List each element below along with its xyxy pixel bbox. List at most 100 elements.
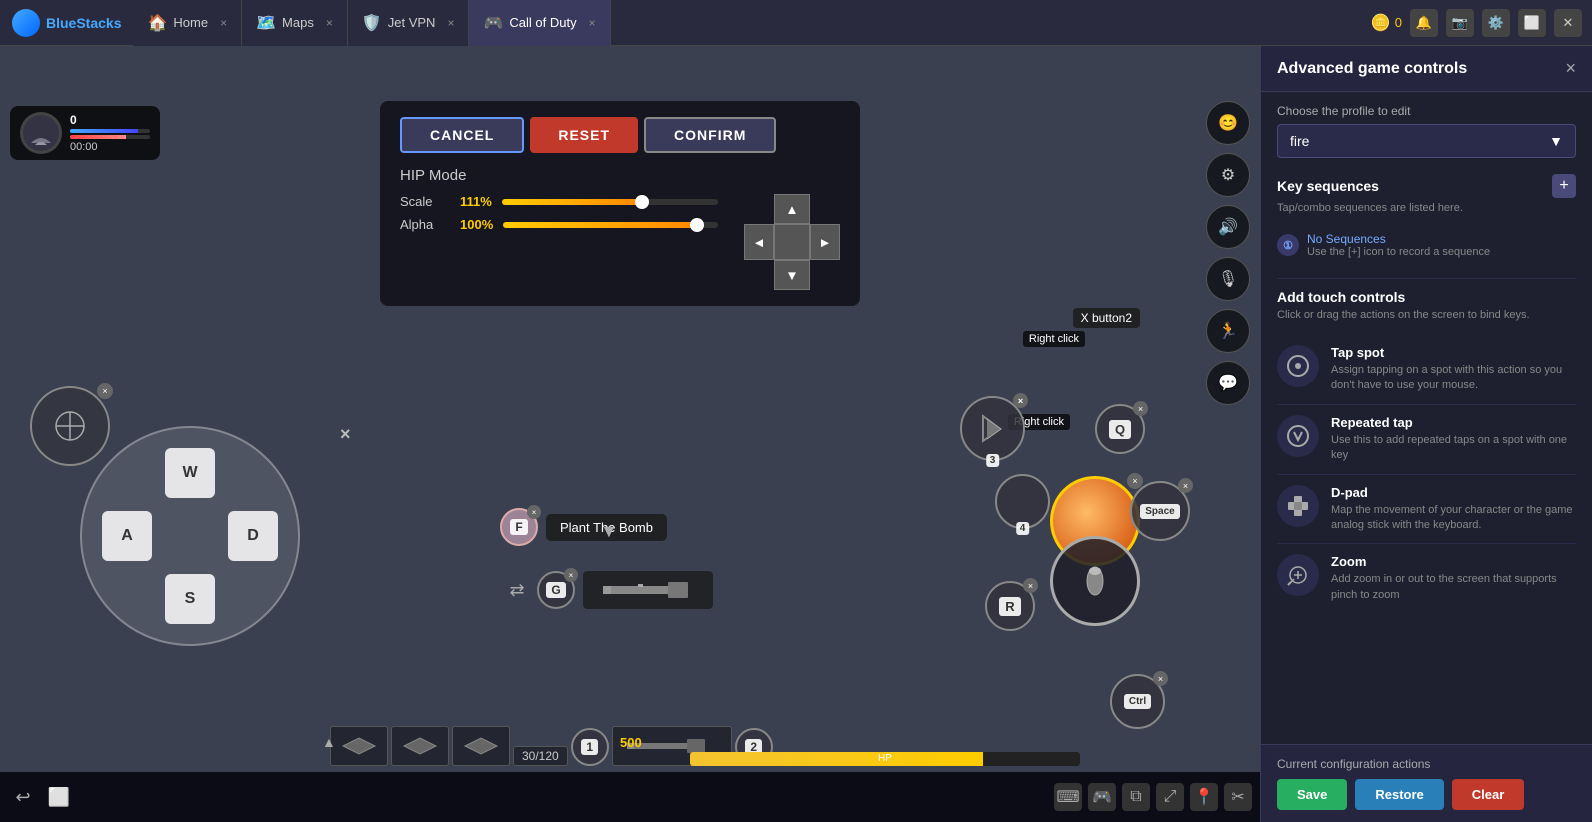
dpad-down[interactable]: ▼ <box>774 260 810 290</box>
tab-jetvpn-close[interactable]: × <box>447 16 454 30</box>
panel-close-btn[interactable]: × <box>1565 58 1576 79</box>
game-viewport[interactable]: 😊 ⚙ 🔊 🎙 🏃 💬 CANCEL RESET CONFIRM HIP Mod… <box>0 46 1260 822</box>
tap-spot-info: Tap spot Assign tapping on a spot with t… <box>1331 345 1576 394</box>
key-d[interactable]: D <box>228 511 278 561</box>
btn-q-close[interactable]: × <box>1133 401 1148 416</box>
copy-btn[interactable]: ⧉ <box>1122 783 1150 811</box>
settings-game-btn[interactable]: ⚙ <box>1206 153 1250 197</box>
alpha-slider[interactable] <box>503 222 718 228</box>
btn-3-close[interactable]: × <box>1013 393 1028 408</box>
notification-btn[interactable]: 🔔 <box>1410 9 1438 37</box>
gamepad-btn[interactable]: 🎮 <box>1088 783 1116 811</box>
close-window-btn[interactable]: ✕ <box>1554 9 1582 37</box>
tab-home-close[interactable]: × <box>220 16 227 30</box>
slot-1[interactable]: 1 <box>571 728 609 766</box>
home-nav-btn[interactable]: ⬜ <box>44 782 74 812</box>
btn-f-close[interactable]: × <box>527 505 541 519</box>
alpha-slider-thumb[interactable] <box>690 218 704 232</box>
camera-btn[interactable]: 📷 <box>1446 9 1474 37</box>
clear-button[interactable]: Clear <box>1452 779 1525 810</box>
dpad-desc: Map the movement of your character or th… <box>1331 503 1576 534</box>
key-s[interactable]: S <box>165 574 215 624</box>
triangle-marker: ▲ <box>322 734 336 750</box>
volume-btn[interactable]: 🔊 <box>1206 205 1250 249</box>
no-seq-info: No Sequences Use the [+] icon to record … <box>1307 232 1490 258</box>
run-btn[interactable]: 🏃 <box>1206 309 1250 353</box>
settings-btn[interactable]: ⚙️ <box>1482 9 1510 37</box>
scale-slider[interactable] <box>502 199 718 205</box>
repeated-tap-title: Repeated tap <box>1331 415 1576 430</box>
expand-btn[interactable]: ⤢ <box>1156 783 1184 811</box>
maximize-btn[interactable]: ⬜ <box>1518 9 1546 37</box>
crosshair-close[interactable]: × <box>97 383 113 399</box>
divider-1 <box>1277 278 1576 279</box>
btn-space-close[interactable]: × <box>1178 478 1193 493</box>
tab-home[interactable]: 🏠 Home × <box>133 0 242 46</box>
btn-3[interactable]: × 3 <box>960 396 1025 461</box>
repeated-tap-info: Repeated tap Use this to add repeated ta… <box>1331 415 1576 464</box>
btn-r-close[interactable]: × <box>1023 578 1038 593</box>
bluestacks-icon <box>12 9 40 37</box>
ammo-button[interactable] <box>1050 536 1140 626</box>
mode-label: HIP Mode <box>400 167 840 184</box>
dpad-left[interactable]: ◄ <box>744 224 774 260</box>
control-panel: CANCEL RESET CONFIRM HIP Mode Scale 111% <box>380 101 860 306</box>
dpad-right[interactable]: ► <box>810 224 840 260</box>
mic-btn[interactable]: 🎙 <box>1206 257 1250 301</box>
confirm-button[interactable]: CONFIRM <box>644 117 776 153</box>
btn-r-label: R <box>999 597 1020 616</box>
btn-4-label: 4 <box>1016 522 1030 535</box>
key-a[interactable]: A <box>102 511 152 561</box>
zoom-desc: Add zoom in or out to the screen that su… <box>1331 572 1576 603</box>
save-button[interactable]: Save <box>1277 779 1347 810</box>
alpha-label: Alpha <box>400 217 450 232</box>
emoji-btn[interactable]: 😊 <box>1206 101 1250 145</box>
back-nav-btn[interactable]: ↩ <box>8 782 38 812</box>
map-btn[interactable]: 📍 <box>1190 783 1218 811</box>
tab-callofduty[interactable]: 🎮 Call of Duty × <box>469 0 610 46</box>
chat-btn[interactable]: 💬 <box>1206 361 1250 405</box>
swap-icon: ⇄ <box>505 578 529 602</box>
dpad-item-icon <box>1277 485 1319 527</box>
key-sequences-header: Key sequences + <box>1277 174 1576 198</box>
btn-space[interactable]: × Space <box>1130 481 1190 541</box>
btn-ctrl-close[interactable]: × <box>1153 671 1168 686</box>
add-sequence-btn[interactable]: + <box>1552 174 1576 198</box>
btn-ctrl[interactable]: × Ctrl <box>1110 674 1165 729</box>
restore-button[interactable]: Restore <box>1355 779 1443 810</box>
zoom-item: Zoom Add zoom in or out to the screen th… <box>1277 544 1576 613</box>
main-area: 😊 ⚙ 🔊 🎙 🏃 💬 CANCEL RESET CONFIRM HIP Mod… <box>0 46 1592 822</box>
reset-button[interactable]: RESET <box>530 117 638 153</box>
cancel-button[interactable]: CANCEL <box>400 117 524 153</box>
btn-f[interactable]: × F <box>500 508 538 546</box>
scissors-btn[interactable]: ✂ <box>1224 783 1252 811</box>
scale-value: 111% <box>460 194 492 209</box>
tab-maps[interactable]: 🗺️ Maps × <box>242 0 348 46</box>
btn-q[interactable]: × Q <box>1095 404 1145 454</box>
profile-dropdown[interactable]: fire ▼ <box>1277 124 1576 158</box>
dpad-up[interactable]: ▲ <box>774 194 810 224</box>
btn-4[interactable]: 4 <box>995 474 1050 529</box>
tab-maps-close[interactable]: × <box>326 16 333 30</box>
btn-ctrl-label: Ctrl <box>1124 694 1151 709</box>
hp-label: HP <box>878 752 892 766</box>
tab-jetvpn[interactable]: 🛡️ Jet VPN × <box>348 0 470 46</box>
right-click-text-1: Right click <box>1023 331 1085 347</box>
coin-count: 0 <box>1395 15 1402 30</box>
key-w[interactable]: W <box>165 448 215 498</box>
tab-callofduty-close[interactable]: × <box>589 16 596 30</box>
player-stats: 0 00:00 <box>70 113 150 153</box>
tap-spot-item: Tap spot Assign tapping on a spot with t… <box>1277 335 1576 405</box>
btn-r[interactable]: × R <box>985 581 1035 631</box>
crosshair-btn[interactable]: × <box>30 386 110 466</box>
keyboard-btn[interactable]: ⌨ <box>1054 783 1082 811</box>
scale-label: Scale <box>400 194 450 209</box>
wasd-outer: W A S D <box>80 426 300 646</box>
key-sequences-desc: Tap/combo sequences are listed here. <box>1277 202 1576 214</box>
repeated-tap-item: Repeated tap Use this to add repeated ta… <box>1277 405 1576 475</box>
right-click-label-1: Right click <box>1023 331 1085 347</box>
scale-slider-thumb[interactable] <box>635 195 649 209</box>
btn-g[interactable]: × G <box>537 571 575 609</box>
btn-g-close[interactable]: × <box>564 568 578 582</box>
dropdown-arrow: ▼ <box>1549 133 1563 149</box>
